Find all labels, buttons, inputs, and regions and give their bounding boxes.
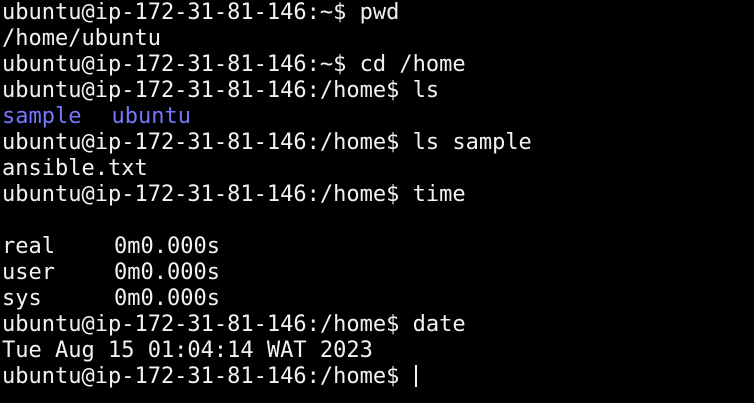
ls-output-line: sample ubuntu: [2, 104, 754, 130]
time-sys-label: sys: [2, 286, 42, 311]
prompt-line-ls: ubuntu@ip-172-31-81-146:/home$ ls: [2, 78, 440, 103]
ls-sample-output: ansible.txt: [2, 156, 148, 181]
directory-ubuntu: ubuntu: [111, 104, 191, 129]
time-real-value: 0m0.000s: [114, 234, 220, 259]
terminal-window[interactable]: ubuntu@ip-172-31-81-146:~$ pwd /home/ubu…: [0, 0, 754, 403]
output-line-pwd: /home/ubuntu: [2, 26, 161, 51]
prompt-line-date: ubuntu@ip-172-31-81-146:/home$ date: [2, 312, 466, 337]
time-user-value: 0m0.000s: [114, 260, 220, 285]
prompt-line-time: ubuntu@ip-172-31-81-146:/home$ time: [2, 182, 466, 207]
prompt-line-pwd: ubuntu@ip-172-31-81-146:~$ pwd: [2, 0, 400, 25]
current-prompt-line[interactable]: ubuntu@ip-172-31-81-146:/home$: [2, 364, 754, 390]
prompt-line-ls-sample: ubuntu@ip-172-31-81-146:/home$ ls sample: [2, 130, 532, 155]
prompt-line-cd: ubuntu@ip-172-31-81-146:~$ cd /home: [2, 52, 466, 77]
time-user-line: user 0m0.000s: [2, 260, 754, 286]
time-sys-line: sys 0m0.000s: [2, 286, 754, 312]
time-real-label: real: [2, 234, 55, 259]
text-cursor[interactable]: [414, 365, 417, 387]
current-prompt: ubuntu@ip-172-31-81-146:/home$: [2, 364, 413, 389]
time-sys-value: 0m0.000s: [114, 286, 220, 311]
directory-sample: sample: [2, 104, 82, 129]
date-output: Tue Aug 15 01:04:14 WAT 2023: [2, 338, 373, 363]
time-user-label: user: [2, 260, 55, 285]
time-real-line: real 0m0.000s: [2, 234, 754, 260]
